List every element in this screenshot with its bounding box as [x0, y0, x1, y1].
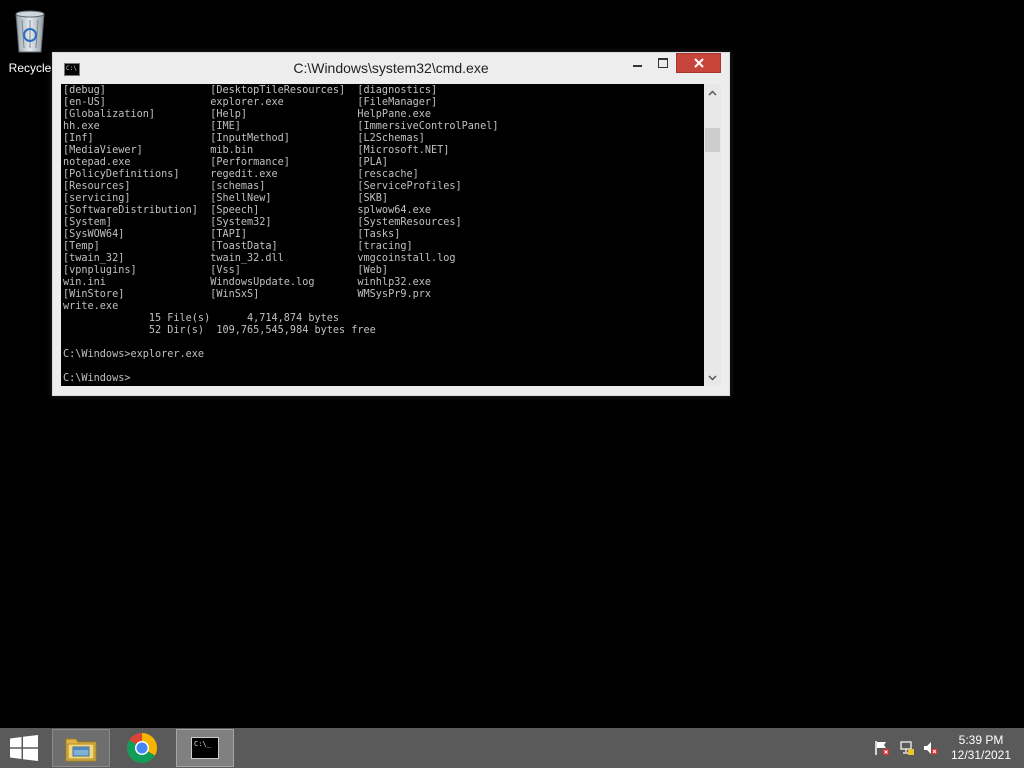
taskbar: C:\_ 5:39 PM 12/31/2021	[0, 728, 1024, 768]
console-text: [debug] [DesktopTileResources] [diagnost…	[63, 85, 499, 384]
tray-action-center[interactable]	[872, 728, 892, 768]
scroll-down-button[interactable]	[704, 369, 721, 386]
maximize-icon	[657, 58, 668, 68]
clock-time: 5:39 PM	[958, 733, 1004, 747]
chevron-up-icon	[708, 89, 717, 96]
action-center-flag-icon	[875, 741, 890, 756]
windows-start-icon	[10, 735, 38, 761]
cmd-window[interactable]: C:\ C:\Windows\system32\cmd.exe [debug] …	[52, 52, 730, 396]
console-output[interactable]: [debug] [DesktopTileResources] [diagnost…	[61, 84, 704, 386]
recycle-bin-icon	[15, 10, 45, 53]
cmd-titlebar[interactable]: C:\ C:\Windows\system32\cmd.exe	[53, 53, 729, 84]
scroll-thumb[interactable]	[705, 128, 720, 152]
clock-date: 12/31/2021	[950, 748, 1012, 762]
taskbar-file-explorer[interactable]	[52, 729, 110, 767]
cmd-icon: C:\_	[191, 737, 219, 759]
tray-network[interactable]	[897, 728, 917, 768]
maximize-button[interactable]	[650, 53, 675, 73]
vertical-scrollbar[interactable]	[704, 84, 721, 386]
minimize-button[interactable]	[625, 53, 650, 73]
recycle-bin-label: Recycle	[8, 61, 52, 75]
chrome-icon	[126, 733, 158, 764]
chevron-down-icon	[708, 374, 717, 381]
desktop: Recycle C:\ C:\Windows\system32\cmd.exe …	[0, 0, 1024, 728]
start-button[interactable]	[0, 728, 48, 768]
close-button[interactable]	[676, 53, 721, 73]
scroll-up-button[interactable]	[704, 84, 721, 101]
taskbar-chrome[interactable]	[113, 729, 171, 767]
volume-muted-icon	[924, 742, 938, 755]
tray-volume[interactable]	[920, 728, 940, 768]
minimize-icon	[633, 65, 642, 67]
close-icon	[693, 58, 704, 68]
recycle-bin-shortcut[interactable]: Recycle	[4, 6, 56, 75]
file-explorer-icon	[65, 738, 97, 762]
taskbar-clock[interactable]: 5:39 PM 12/31/2021	[945, 733, 1017, 763]
network-icon	[900, 741, 914, 755]
taskbar-cmd[interactable]: C:\_	[176, 729, 234, 767]
